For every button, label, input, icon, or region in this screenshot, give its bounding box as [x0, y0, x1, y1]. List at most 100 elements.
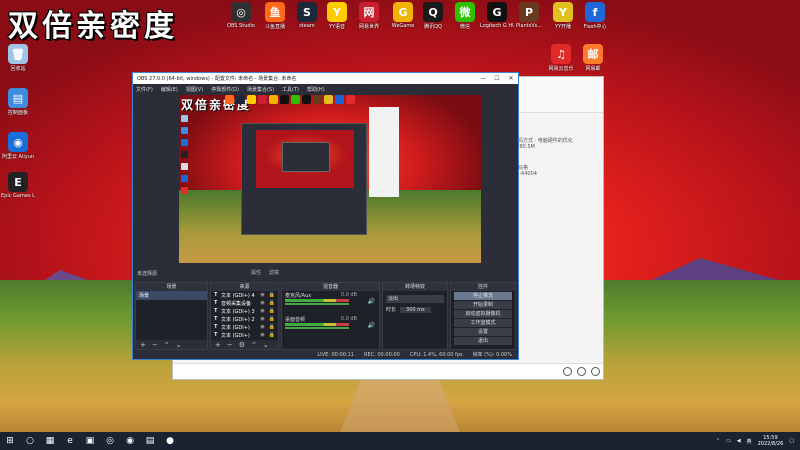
scene-item[interactable]: 场景 [136, 291, 207, 300]
visibility-icon[interactable]: ◉ [260, 292, 264, 298]
browser-list-row[interactable]: 47 [513, 191, 593, 218]
notification-icon[interactable]: ▢ [789, 438, 794, 444]
maximize-icon[interactable]: ☐ [490, 75, 504, 82]
taskbar-app-icon[interactable]: e [60, 432, 80, 450]
desktop-icon[interactable]: Ssteam [290, 2, 324, 29]
visibility-icon[interactable]: ◉ [260, 300, 264, 306]
obs-window[interactable]: OBS 27.0.0 (64-bit, windows) - 配置文件: 未命名… [132, 72, 519, 360]
duration-input[interactable]: 300 ms [400, 306, 431, 313]
app-icon: G [487, 2, 507, 22]
source-item[interactable]: T 文本 (GDI+) ◉ 🔒 [211, 331, 278, 339]
source-tab[interactable]: 滤镜 [269, 269, 279, 276]
menu-item[interactable]: 工具(T) [282, 86, 299, 93]
desktop-icon[interactable]: Y YY开播 [546, 2, 580, 30]
volume-icon[interactable]: ◀ [737, 438, 741, 444]
obs-preview[interactable]: 双倍亲密度 [179, 95, 481, 263]
source-tab[interactable]: 属性 [251, 269, 261, 276]
taskbar-app-icon[interactable]: ◎ [100, 432, 120, 450]
text-source-icon: T [214, 292, 218, 298]
input-language[interactable]: 英 [747, 438, 752, 445]
desktop-icon[interactable]: ◉ 阿里云 Aliyun [1, 132, 35, 160]
source-item[interactable]: T 文本 (GDI+) ◉ 🔒 [211, 323, 278, 331]
desktop-icon[interactable]: 鱼斗鱼直播 [258, 2, 292, 30]
source-item[interactable]: T 音频采集设备 ◉ 🔒 [211, 299, 278, 307]
desktop-icon[interactable]: ♫ 网易云音乐 [544, 44, 578, 72]
volume-meter [285, 299, 349, 302]
remove-source-icon[interactable]: − [227, 341, 233, 349]
add-source-icon[interactable]: + [215, 341, 221, 349]
add-scene-icon[interactable]: + [140, 341, 146, 349]
browser-list-row[interactable]: 77 [513, 218, 593, 245]
play-icon[interactable] [563, 367, 572, 376]
tray-up-icon[interactable]: ⌃ [716, 438, 720, 444]
control-button[interactable]: 工作室模式 [454, 319, 512, 327]
taskbar-app-icon[interactable]: ▦ [40, 432, 60, 450]
taskbar-app-icon[interactable]: ○ [20, 432, 40, 450]
desktop-icon[interactable]: G WeGame [386, 2, 420, 29]
desktop-icon[interactable]: Q 腾讯QQ [416, 2, 450, 30]
lock-icon[interactable]: 🔒 [269, 324, 275, 330]
control-button[interactable]: 停止推流 [454, 292, 512, 300]
transition-select[interactable]: 淡出 [386, 295, 444, 303]
desktop-icon[interactable]: ◎ OBS Studio [224, 2, 258, 29]
browser-list-row[interactable]: 大马格 01:44004 [513, 164, 593, 191]
lock-icon[interactable]: 🔒 [269, 308, 275, 314]
taskbar-app-icon[interactable]: ▣ [80, 432, 100, 450]
source-item[interactable]: T 文本 (GDI+) 2 ◉ 🔒 [211, 315, 278, 323]
control-button[interactable]: 设置 [454, 328, 512, 336]
desktop-icon[interactable]: P PlantsVs... [512, 2, 546, 29]
visibility-icon[interactable]: ◉ [260, 316, 264, 322]
desktop-icon[interactable]: 网网易世界 [352, 2, 386, 30]
menu-item[interactable]: 场景集合(S) [247, 86, 274, 93]
volume-slider[interactable] [285, 303, 349, 305]
history-icon[interactable] [591, 367, 600, 376]
obs-titlebar[interactable]: OBS 27.0.0 (64-bit, windows) - 配置文件: 未命名… [133, 73, 518, 84]
speaker-icon[interactable]: 🔊 [368, 322, 375, 329]
desktop-icon[interactable]: 邮网易邮 [576, 44, 610, 72]
desktop-icon[interactable]: ▤ 控制面板 [1, 88, 35, 116]
desktop-icon[interactable]: GLogitech G HUB [480, 2, 514, 29]
taskbar-app-icon[interactable]: ● [160, 432, 180, 450]
taskbar-app-icon[interactable]: ⊞ [0, 432, 20, 450]
lock-icon[interactable]: 🔒 [269, 292, 275, 298]
scene-down-icon[interactable]: ⌄ [176, 341, 182, 349]
menu-item[interactable]: 编辑(E) [161, 86, 178, 93]
clock[interactable]: 15:59 2022/8/26 [758, 435, 784, 447]
scene-up-icon[interactable]: ⌃ [164, 341, 170, 349]
lock-icon[interactable]: 🔒 [269, 300, 275, 306]
menu-item[interactable]: 文件(F) [136, 86, 153, 93]
menu-item[interactable]: 视图(V) [186, 86, 203, 93]
desktop-icon[interactable]: EEpic Games Launcher [1, 172, 35, 199]
close-icon[interactable]: ✕ [504, 75, 518, 82]
remove-scene-icon[interactable]: − [152, 341, 158, 349]
taskbar-app-icon[interactable]: ▤ [140, 432, 160, 450]
desktop-icon[interactable]: f Flash中心 [578, 2, 612, 30]
browser-list-row[interactable]: 13 [513, 245, 593, 272]
control-button[interactable]: 退出 [454, 337, 512, 345]
desktop-icon[interactable]: Y YY语音 [320, 2, 354, 30]
desktop-icon[interactable]: 🗑 回收站 [1, 44, 35, 72]
source-down-icon[interactable]: ⌄ [263, 341, 269, 349]
control-button[interactable]: 启动虚拟摄像机 [454, 310, 512, 318]
minimize-icon[interactable]: — [476, 75, 490, 82]
volume-slider[interactable] [285, 327, 349, 329]
lock-icon[interactable]: 🔒 [269, 332, 275, 338]
network-icon[interactable]: ▭ [726, 438, 731, 444]
browser-list-row[interactable]: 编码方式 · 电脑硬件的优化 1080.5M [513, 137, 593, 164]
visibility-icon[interactable]: ◉ [260, 324, 264, 330]
source-up-icon[interactable]: ⌃ [251, 341, 257, 349]
lock-icon[interactable]: 🔒 [269, 316, 275, 322]
transitions-header: 转场特效 [383, 283, 447, 291]
visibility-icon[interactable]: ◉ [260, 308, 264, 314]
source-settings-icon[interactable]: ⚙ [239, 341, 245, 349]
control-button[interactable]: 开始录制 [454, 301, 512, 309]
menu-item[interactable]: 停靠部件(D) [211, 86, 239, 93]
visibility-icon[interactable]: ◉ [260, 332, 264, 338]
menu-item[interactable]: 帮助(H) [307, 86, 325, 93]
source-item[interactable]: T 文本 (GDI+) 3 ◉ 🔒 [211, 307, 278, 315]
desktop-icon[interactable]: 微微信 [448, 2, 482, 30]
settings-icon[interactable] [577, 367, 586, 376]
taskbar-app-icon[interactable]: ◉ [120, 432, 140, 450]
speaker-icon[interactable]: 🔊 [368, 298, 375, 305]
source-item[interactable]: T 文本 (GDI+) 4 ◉ 🔒 [211, 291, 278, 299]
